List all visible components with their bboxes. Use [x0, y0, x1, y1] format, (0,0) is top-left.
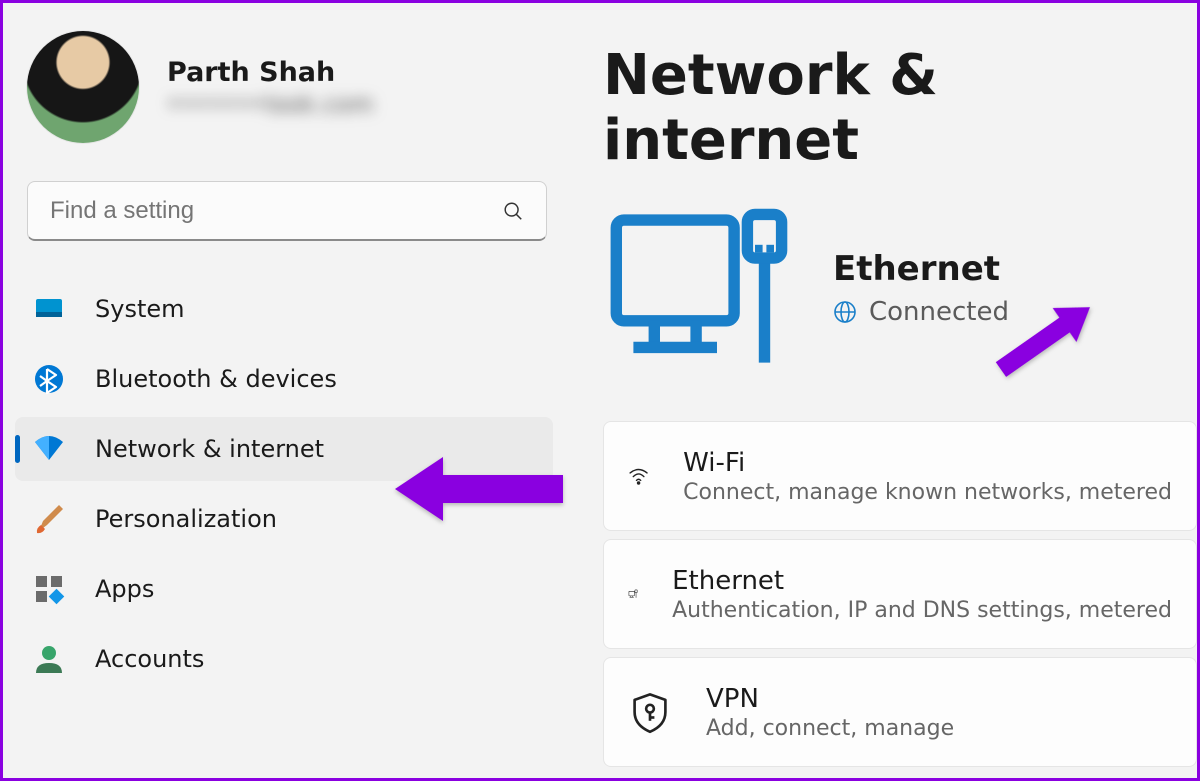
card-text: Ethernet Authentication, IP and DNS sett…	[672, 566, 1172, 623]
sidebar-item-accounts[interactable]: Accounts	[15, 627, 553, 691]
profile-name: Parth Shah	[167, 57, 374, 88]
sidebar-item-system[interactable]: System	[15, 277, 553, 341]
profile-email: •••••••look.com	[167, 92, 374, 118]
card-title: VPN	[706, 684, 954, 714]
sidebar-item-apps[interactable]: Apps	[15, 557, 553, 621]
nav-label: Network & internet	[95, 435, 324, 463]
sidebar: Parth Shah •••••••look.com System Blueto…	[3, 3, 565, 778]
annotation-arrow-icon	[393, 455, 563, 523]
nav-label: Bluetooth & devices	[95, 365, 337, 393]
main-pane: Network & internet Ethernet Connected	[603, 3, 1197, 778]
status-name: Ethernet	[833, 249, 1009, 289]
card-text: VPN Add, connect, manage	[706, 684, 954, 741]
card-subtitle: Authentication, IP and DNS settings, met…	[672, 598, 1172, 623]
apps-icon	[33, 573, 65, 605]
card-ethernet[interactable]: Ethernet Authentication, IP and DNS sett…	[603, 539, 1197, 649]
profile-text: Parth Shah •••••••look.com	[167, 57, 374, 118]
nav-label: System	[95, 295, 185, 323]
globe-icon	[833, 300, 857, 324]
nav-label: Apps	[95, 575, 154, 603]
ethernet-icon	[628, 572, 638, 616]
profile-block[interactable]: Parth Shah •••••••look.com	[3, 31, 565, 143]
card-wifi[interactable]: Wi-Fi Connect, manage known networks, me…	[603, 421, 1197, 531]
bluetooth-icon	[33, 363, 65, 395]
card-subtitle: Add, connect, manage	[706, 716, 954, 741]
nav-label: Personalization	[95, 505, 277, 533]
card-vpn[interactable]: VPN Add, connect, manage	[603, 657, 1197, 767]
card-subtitle: Connect, manage known networks, metered	[683, 480, 1172, 505]
card-title: Ethernet	[672, 566, 1172, 596]
search-box[interactable]	[27, 181, 547, 241]
avatar	[27, 31, 139, 143]
system-icon	[33, 293, 65, 325]
nav-label: Accounts	[95, 645, 204, 673]
settings-cards: Wi-Fi Connect, manage known networks, me…	[603, 421, 1197, 767]
shield-key-icon	[628, 690, 672, 734]
page-title: Network & internet	[603, 43, 1197, 173]
wifi-icon	[33, 433, 65, 465]
card-title: Wi-Fi	[683, 448, 1172, 478]
paintbrush-icon	[33, 503, 65, 535]
wifi-icon	[628, 454, 649, 498]
search-icon	[502, 200, 524, 222]
ethernet-large-icon	[603, 203, 793, 373]
sidebar-item-bluetooth[interactable]: Bluetooth & devices	[15, 347, 553, 411]
search-input[interactable]	[50, 197, 502, 225]
accounts-icon	[33, 643, 65, 675]
card-text: Wi-Fi Connect, manage known networks, me…	[683, 448, 1172, 505]
